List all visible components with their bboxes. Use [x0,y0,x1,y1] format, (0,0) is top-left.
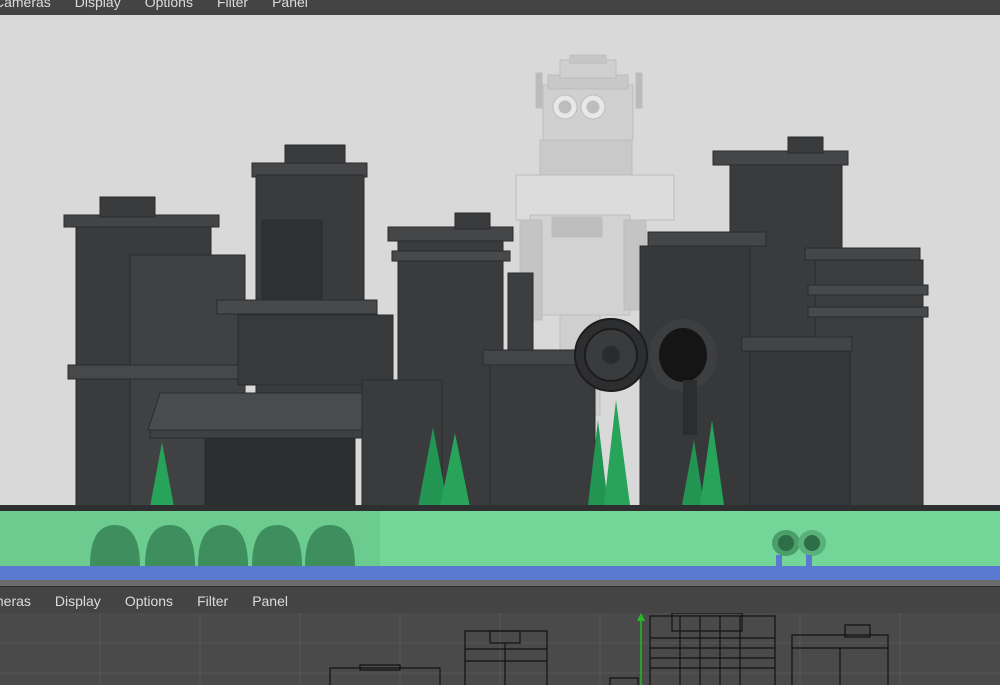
menu-display[interactable]: Display [75,0,121,10]
menu-panel[interactable]: Panel [252,593,288,609]
viewport-top-menubar: Cameras Display Options Filter Panel [0,0,1000,15]
viewport-bottom-menubar: meras Display Options Filter Panel [0,586,1000,614]
menu-filter[interactable]: Filter [197,593,228,609]
wireframe-viewport[interactable] [0,613,1000,685]
menu-options[interactable]: Options [145,0,193,10]
menu-filter[interactable]: Filter [217,0,248,10]
menu-panel[interactable]: Panel [272,0,308,10]
ground-platform [0,505,1000,586]
menu-display[interactable]: Display [55,593,101,609]
menu-options[interactable]: Options [125,593,173,609]
render-viewport[interactable] [0,15,1000,586]
rendered-city-scene [0,15,1000,586]
menu-cameras[interactable]: Cameras [0,0,51,10]
menu-cameras[interactable]: meras [0,593,31,609]
wireframe-scene [0,613,1000,685]
